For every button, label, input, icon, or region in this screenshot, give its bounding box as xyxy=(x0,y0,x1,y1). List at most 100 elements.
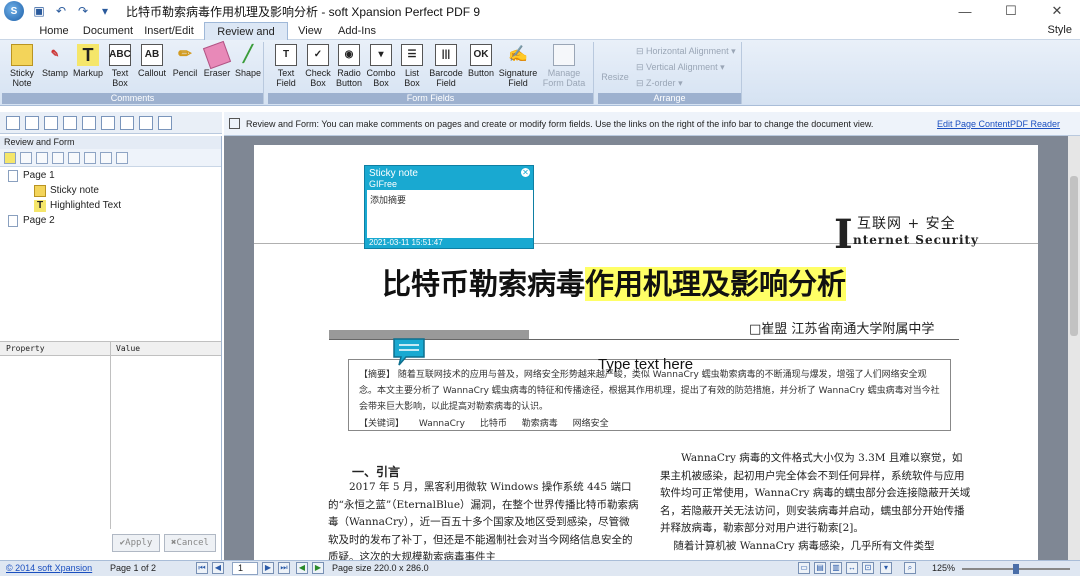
barcode-field-button[interactable]: ||| Barcode Field xyxy=(428,44,464,88)
text-box-button[interactable]: ABC Text Box xyxy=(106,44,134,88)
fit-page-icon[interactable]: ⊡ xyxy=(862,562,874,574)
maximize-button[interactable]: ☐ xyxy=(988,0,1034,22)
magazine-logo-cn: 互联网 + 安全 xyxy=(857,216,956,232)
facing-view-icon[interactable]: ▥ xyxy=(830,562,842,574)
highlight-tool-icon[interactable] xyxy=(4,151,16,164)
tab-home[interactable]: Home xyxy=(32,22,76,40)
next-page-icon[interactable]: ▶ xyxy=(262,562,274,574)
minimize-button[interactable]: — xyxy=(942,0,988,22)
pencil-button[interactable]: ✏ Pencil xyxy=(170,44,200,79)
comment-bubble-icon[interactable] xyxy=(392,337,426,367)
tab-review-and-form[interactable]: Review and Form xyxy=(204,22,288,56)
signatures-icon[interactable] xyxy=(120,115,134,130)
sticky-note-timestamp: 2021-03-11 15:51:47 xyxy=(369,238,443,247)
delete-icon[interactable] xyxy=(20,151,32,164)
document-title[interactable]: 比特币勒索病毒作用机理及影响分析 xyxy=(382,261,847,303)
zoom-level[interactable]: 125% xyxy=(932,563,955,573)
sticky-note-content[interactable]: 添加摘要 xyxy=(367,190,533,238)
sticky-note-author: GIFree xyxy=(369,179,398,189)
combo-box-button[interactable]: ▾ Combo Box xyxy=(366,44,396,88)
app-logo-icon[interactable]: S xyxy=(4,1,24,21)
go-forward-icon[interactable]: ▶ xyxy=(312,562,324,574)
apply-button[interactable]: ✔ Apply xyxy=(112,534,160,552)
keyword: WannaCry xyxy=(418,419,465,429)
ribbon-tabs: Home Document Insert/Edit Review and For… xyxy=(0,22,1080,56)
continuous-view-icon[interactable]: ▤ xyxy=(814,562,826,574)
attachments-icon[interactable] xyxy=(101,115,115,130)
horizontal-alignment-menu[interactable]: ⊟ Horizontal Alignment ▾ xyxy=(636,46,736,57)
z-order-menu[interactable]: ⊟ Z-order ▾ xyxy=(636,78,683,89)
eraser-button[interactable]: Eraser xyxy=(202,40,232,78)
quick-access-dropdown-icon[interactable]: ▾ xyxy=(97,3,113,19)
comments-list-icon[interactable] xyxy=(63,115,77,130)
images-icon[interactable] xyxy=(158,115,172,130)
check-box-button[interactable]: ✓ Check Box xyxy=(304,44,332,88)
tab-document[interactable]: Document xyxy=(80,22,136,40)
page-number-input[interactable]: 1 xyxy=(232,562,258,575)
tree-node-highlighted-text[interactable]: T Highlighted Text xyxy=(34,199,121,213)
shape-button[interactable]: ╱ Shape xyxy=(234,44,262,79)
tab-view[interactable]: View xyxy=(292,22,328,40)
view-options-icon[interactable]: ▾ xyxy=(880,562,892,574)
scroll-thumb[interactable] xyxy=(1070,176,1078,336)
list-box-button[interactable]: ☰ List Box xyxy=(398,44,426,88)
previous-page-icon[interactable]: ◀ xyxy=(212,562,224,574)
resize-button[interactable]: Resize xyxy=(600,72,630,82)
import-icon[interactable] xyxy=(84,151,96,164)
text-field-button[interactable]: T Text Field xyxy=(270,44,302,88)
single-page-view-icon[interactable]: ▭ xyxy=(798,562,810,574)
text-icon[interactable] xyxy=(139,115,153,130)
vertical-scrollbar[interactable] xyxy=(1068,136,1080,560)
export-icon[interactable] xyxy=(100,151,112,164)
page-view-icon[interactable] xyxy=(6,115,20,130)
keyword: 网络安全 xyxy=(572,419,609,429)
last-page-icon[interactable]: ⏭ xyxy=(278,562,290,574)
free-text-annotation[interactable]: Type text here xyxy=(598,356,693,373)
pdf-reader-link[interactable]: PDF Reader xyxy=(1010,119,1060,129)
radio-button-button[interactable]: ◉ Radio Button xyxy=(334,44,364,88)
info-message: Review and Form: You can make comments o… xyxy=(246,118,874,129)
highlight-text-icon: T xyxy=(34,200,46,212)
close-button[interactable]: ✕ xyxy=(1034,0,1080,22)
tab-insert-edit[interactable]: Insert/Edit xyxy=(140,22,198,40)
close-icon[interactable]: ✕ xyxy=(521,168,530,177)
info-bar: Review and Form: You can make comments o… xyxy=(224,112,1080,136)
zoom-icon[interactable]: ⌕ xyxy=(904,562,916,574)
bookmarks-icon[interactable] xyxy=(44,115,58,130)
manage-form-data-button[interactable]: Manage Form Data xyxy=(542,44,586,88)
tree-node-page-1[interactable]: Page 1 xyxy=(8,169,55,183)
edit-page-content-link[interactable]: Edit Page Content xyxy=(937,119,1010,129)
move-up-icon[interactable] xyxy=(36,151,48,164)
thumbnails-icon[interactable] xyxy=(25,115,39,130)
properties-icon[interactable] xyxy=(116,151,128,164)
save-annotations-icon[interactable] xyxy=(68,151,80,164)
copyright-link[interactable]: © 2014 soft Xpansion xyxy=(6,563,92,573)
go-back-icon[interactable]: ◀ xyxy=(296,562,308,574)
undo-icon[interactable]: ↶ xyxy=(53,3,69,19)
save-icon[interactable]: ▣ xyxy=(31,3,47,19)
tree-node-page-2[interactable]: Page 2 xyxy=(8,214,55,228)
zoom-slider-thumb[interactable] xyxy=(1013,564,1019,574)
callout-button[interactable]: AB Callout xyxy=(136,44,168,78)
zoom-slider[interactable] xyxy=(962,564,1070,574)
value-column-header: Value xyxy=(116,344,141,353)
button-button[interactable]: OK Button xyxy=(466,44,496,78)
sticky-note-popup[interactable]: Sticky note GIFree ✕ 添加摘要 2021-03-11 15:… xyxy=(364,165,534,249)
signature-field-button[interactable]: ✍ Signature Field xyxy=(498,44,538,89)
sticky-note-button[interactable]: Sticky Note xyxy=(6,44,38,88)
markup-button[interactable]: T Markup xyxy=(72,44,104,78)
highlighted-text[interactable]: 作用机理及影响分析 xyxy=(585,267,847,301)
tree-node-sticky-note[interactable]: Sticky note xyxy=(34,184,99,198)
stamp-button[interactable]: ✎ Stamp xyxy=(40,44,70,79)
style-menu[interactable]: Style xyxy=(1048,24,1072,36)
layers-icon[interactable] xyxy=(82,115,96,130)
cancel-button[interactable]: ✖ Cancel xyxy=(164,534,216,552)
vertical-alignment-menu[interactable]: ⊟ Vertical Alignment ▾ xyxy=(636,62,725,73)
redo-icon[interactable]: ↷ xyxy=(75,3,91,19)
fit-width-icon[interactable]: ↔ xyxy=(846,562,858,574)
move-down-icon[interactable] xyxy=(52,151,64,164)
abstract-text: 【摘要】 随着互联网技术的应用与普及，网络安全形势越来越严峻，类似 WannaC… xyxy=(359,370,940,412)
first-page-icon[interactable]: ⏮ xyxy=(196,562,208,574)
markup-icon: T xyxy=(77,44,99,66)
tab-add-ins[interactable]: Add-Ins xyxy=(334,22,380,40)
